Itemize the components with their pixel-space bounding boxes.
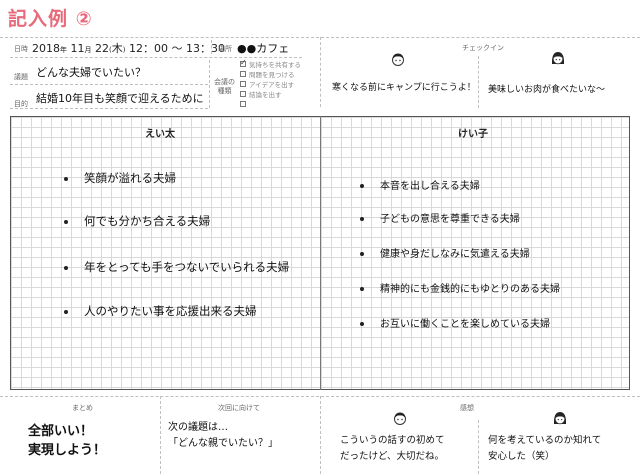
date-day: 22 [95, 42, 109, 55]
right-person-name: けい子 [458, 129, 488, 140]
summary-label: まとめ [72, 404, 93, 412]
kind-option-share[interactable]: 気持ちを共有する [240, 58, 301, 69]
next-line: 「どんな親でいたい？」 [168, 438, 278, 449]
left-person-name: えい太 [145, 129, 175, 140]
list-item: お互いに働くことを楽しめている夫婦 [360, 315, 550, 330]
kind-checklist: 気持ちを共有する 問題を見つける アイデアを出す 結論を出す [240, 58, 301, 109]
list-item-text: 本音を出し合える夫婦 [380, 181, 480, 192]
list-item-text: お互いに働くことを楽しめている夫婦 [380, 319, 550, 330]
summary-text: 全部いい！ 実現しよう！ [28, 422, 106, 460]
list-item-text: 子どもの意思を尊重できる夫婦 [380, 214, 520, 225]
kind-option-label: 問題を見つける [249, 71, 295, 79]
date-weekday: 木 [111, 42, 123, 55]
bullet-icon [360, 184, 364, 188]
purpose-underline [10, 108, 208, 109]
man-face-icon [394, 412, 406, 425]
date-row-underline [10, 57, 302, 58]
kind-option-label: アイデアを出す [249, 81, 295, 89]
kind-option-label: 気持ちを共有する [249, 61, 301, 69]
date-year: 2018 [32, 42, 60, 55]
time-sep: ～ [171, 42, 183, 55]
summary-line: 実現しよう！ [28, 443, 107, 458]
kind-label: 会議の 種類 [214, 78, 235, 96]
bullet-icon [360, 322, 364, 326]
place-value: ●●カフェ [237, 42, 290, 55]
bullet-icon [64, 176, 68, 181]
checkbox-icon[interactable] [240, 101, 246, 107]
list-item: 何でも分かち合える夫婦 [64, 213, 210, 229]
list-item-text: 人のやりたい事を応援出来る夫婦 [84, 304, 257, 318]
checkbox-checked-icon[interactable] [240, 58, 247, 67]
bullet-icon [360, 252, 364, 256]
next-line: 次の議題は… [168, 422, 228, 433]
list-item-text: 精神的にも金銭的にもゆとりのある夫婦 [380, 284, 560, 295]
impression-right-text: 何を考えているのか知れて 安心した（笑） [488, 433, 601, 465]
list-item: 人のやりたい事を応援出来る夫婦 [64, 303, 257, 319]
checkin-label: チェックイン [462, 44, 504, 52]
kind-divider [209, 60, 210, 108]
date-month: 11 [70, 42, 85, 55]
date-year-unit: 年 [60, 46, 67, 54]
footer-divider-1 [160, 396, 161, 474]
date-place-divider [211, 40, 212, 54]
impression-divider [478, 420, 479, 474]
impression-line: 何を考えているのか知れて [488, 435, 602, 446]
purpose-value: 結婚10年目も笑顔で迎えるために [36, 92, 204, 105]
impression-line: 安心した（笑） [488, 451, 555, 462]
list-item: 笑顔が溢れる夫婦 [64, 170, 176, 186]
bullet-icon [360, 217, 364, 221]
bullet-icon [64, 309, 68, 314]
checkbox-icon[interactable] [240, 81, 246, 87]
summary-line: 全部いい！ [28, 424, 94, 439]
meta-checkin-divider [320, 37, 321, 107]
checkin-left-text: 寒くなる前にキャンプに行こうよ！ [332, 83, 476, 93]
date-label: 日時 [14, 45, 28, 53]
list-item: 精神的にも金銭的にもゆとりのある夫婦 [360, 280, 560, 295]
agenda-value: どんな夫婦でいたい？ [36, 66, 146, 79]
bullet-icon [64, 265, 68, 270]
kind-option-conclusion[interactable]: 結論を出す [240, 89, 301, 99]
woman-face-icon [551, 52, 565, 65]
impression-label: 感想 [460, 404, 474, 412]
impression-line: こういうの話すの初めて [340, 435, 445, 446]
date-value: 2018年 11月 22(木) 12：00 ～ 13：30 [32, 40, 225, 56]
list-item-text: 年をとっても手をつないでいられる夫婦 [84, 260, 290, 274]
kind-option-label: 結論を出す [249, 91, 282, 99]
kind-option-blank[interactable] [240, 99, 301, 109]
impression-line: だったけど、大切だね。 [340, 451, 445, 462]
list-item: 健康や身だしなみに気遣える夫婦 [360, 245, 530, 260]
list-item-text: 健康や身だしなみに気遣える夫婦 [380, 249, 530, 260]
kind-label-line2: 種類 [217, 87, 232, 95]
kind-option-idea[interactable]: アイデアを出す [240, 79, 301, 89]
list-item: 年をとっても手をつないでいられる夫婦 [64, 259, 289, 275]
page-title: 記入例 ② [8, 8, 93, 30]
checkin-right-text: 美味しいお肉が食べたいな～ [488, 85, 606, 95]
list-item: 本音を出し合える夫婦 [360, 177, 480, 192]
woman-face-icon [553, 412, 567, 425]
kind-label-line1: 会議の [214, 78, 235, 86]
list-item: 子どもの意思を尊重できる夫婦 [360, 210, 520, 225]
place-label: 場所 [218, 45, 232, 53]
kind-option-problem[interactable]: 問題を見つける [240, 69, 301, 79]
next-label: 次回に向けて [218, 404, 260, 412]
bullet-icon [64, 219, 68, 224]
board-center-divider [320, 116, 321, 390]
next-text: 次の議題は… 「どんな親でいたい？」 [168, 420, 278, 452]
impression-left-text: こういうの話すの初めて だったけど、大切だね。 [340, 433, 445, 465]
date-month-unit: 月 [84, 46, 92, 54]
list-item-text: 笑顔が溢れる夫婦 [84, 171, 176, 185]
time-start: 12：00 [128, 42, 168, 55]
footer-divider-2 [320, 396, 321, 474]
checkin-divider [478, 56, 479, 108]
agenda-underline [10, 84, 208, 85]
date-weekday-close: ) [122, 46, 126, 54]
checkbox-icon[interactable] [240, 71, 246, 77]
bullet-icon [360, 287, 364, 291]
list-item-text: 何でも分かち合える夫婦 [84, 214, 211, 228]
man-face-icon [392, 53, 404, 66]
agenda-label: 議題 [14, 73, 28, 81]
checkbox-icon[interactable] [240, 91, 246, 97]
